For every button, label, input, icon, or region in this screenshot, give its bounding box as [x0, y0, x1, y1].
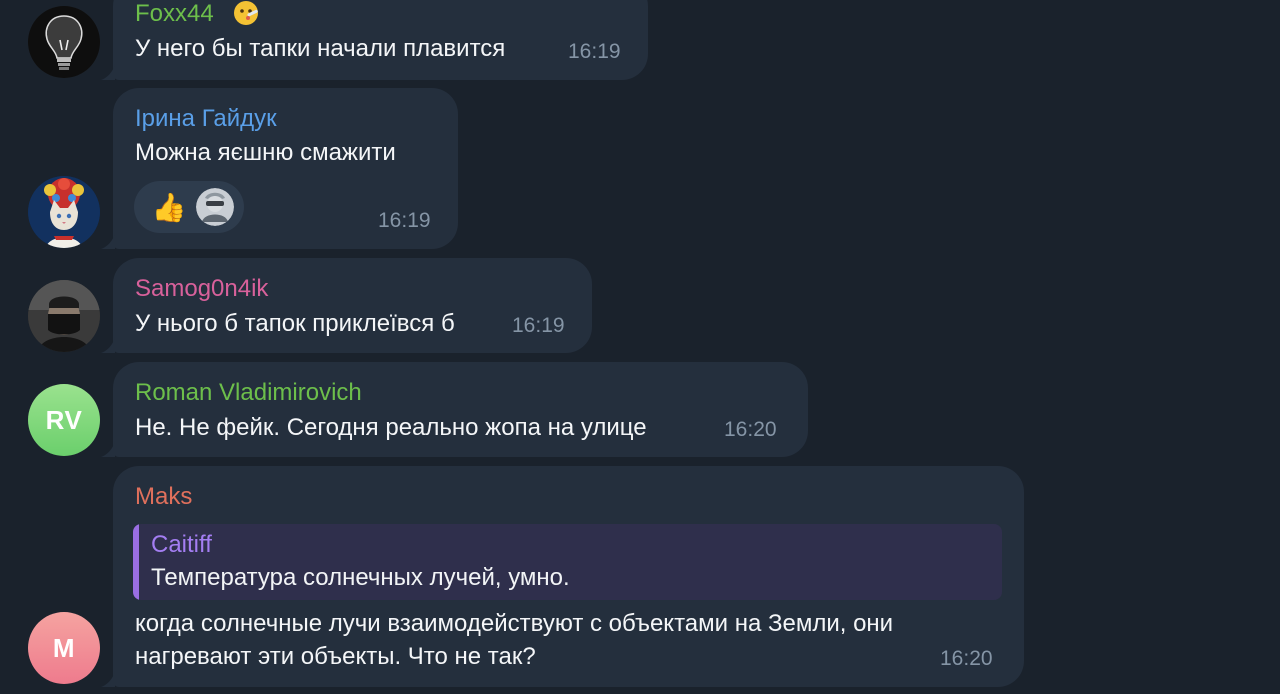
message-time: 16:20 — [724, 418, 777, 441]
message-time: 16:20 — [940, 647, 993, 670]
message-text-line: когда солнечные лучи взаимодействуют с о… — [135, 610, 894, 637]
message-bubble[interactable]: Maks Caitiff Температура солнечных лучей… — [101, 466, 1024, 687]
message-bubble[interactable]: Ірина Гайдук Можна яєшню смажити 👍 16:19 — [101, 88, 458, 249]
message-text: У нього б тапок приклеївся б — [135, 310, 455, 337]
bubble-tail — [101, 671, 115, 687]
bubble-tail — [101, 337, 115, 353]
quote-sender-name: Caitiff — [151, 531, 212, 558]
sender-name[interactable]: Ірина Гайдук — [135, 105, 277, 133]
bubble-tail — [101, 233, 115, 249]
chat-message-list[interactable]: Foxx44 У него бы тапки начали плавится 1… — [0, 0, 1280, 694]
message-bubble[interactable]: Foxx44 У него бы тапки начали плавится 1… — [101, 0, 648, 80]
message-time: 16:19 — [568, 40, 621, 63]
sender-name[interactable]: Maks — [135, 483, 192, 511]
message-time: 16:19 — [378, 209, 431, 232]
sender-name[interactable]: Foxx44 — [135, 0, 214, 28]
quote-text: Температура солнечных лучей, умно. — [151, 564, 570, 591]
cat-wreath-avatar[interactable] — [28, 176, 100, 248]
message-bubble[interactable]: Roman Vladimirovich Не. Не фейк. Сегодня… — [101, 362, 808, 457]
lightbulb-avatar[interactable] — [28, 6, 100, 78]
initials-avatar[interactable]: RV — [28, 384, 100, 456]
thumbs-up-icon[interactable]: 👍 — [150, 188, 188, 226]
avatar-initials: M — [52, 632, 76, 663]
message-text: Не. Не фейк. Сегодня реально жопа на ули… — [135, 414, 647, 441]
initials-avatar[interactable]: M — [28, 612, 100, 684]
sender-name[interactable]: Roman Vladimirovich — [135, 379, 362, 407]
quote-bar — [133, 524, 139, 600]
bubble-tail — [101, 441, 115, 457]
message-bubble[interactable]: Samog0n4ik У нього б тапок приклеївся б … — [101, 258, 592, 353]
reactions-bar[interactable]: 👍 — [134, 181, 244, 233]
avatar-initials: RV — [45, 404, 83, 435]
message-text: Можна яєшню смажити — [135, 139, 396, 166]
bubble-tail — [101, 64, 115, 80]
reply-quote[interactable]: Caitiff Температура солнечных лучей, умн… — [133, 524, 1002, 600]
sender-name[interactable]: Samog0n4ik — [135, 275, 268, 303]
masked-person-avatar[interactable] — [28, 280, 100, 352]
message-text-line: нагревают эти объекты. Что не так? — [135, 643, 536, 670]
message-time: 16:19 — [512, 314, 565, 337]
reactor-user-avatar[interactable] — [196, 188, 234, 226]
face-with-thermometer-icon — [232, 0, 260, 27]
message-text: У него бы тапки начали плавится — [135, 35, 506, 62]
